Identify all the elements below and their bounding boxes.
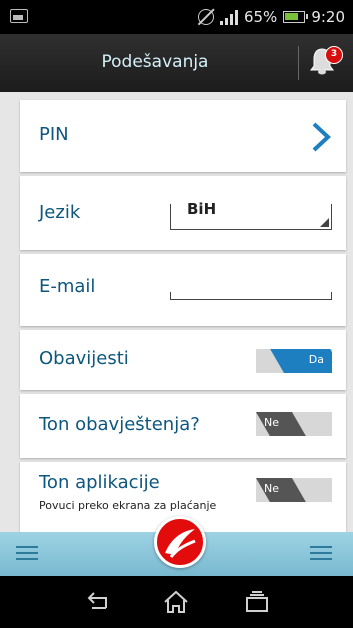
- setting-row-language: Jezik BiH: [20, 176, 346, 250]
- battery-percent: 65%: [243, 8, 278, 26]
- email-label: E-mail: [39, 276, 96, 297]
- language-label: Jezik: [39, 202, 81, 223]
- app-header: Podešavanja 3: [0, 34, 353, 92]
- app-tone-hint: Povuci preko ekrana za plaćanje: [39, 499, 217, 512]
- notification-badge: 3: [325, 46, 343, 64]
- recent-apps-icon[interactable]: [242, 590, 272, 614]
- header-divider: [298, 46, 299, 80]
- image-notification-icon: [10, 9, 28, 23]
- app-tone-label: Ton aplikacije: [39, 472, 160, 493]
- email-field[interactable]: [170, 292, 332, 300]
- home-icon[interactable]: [161, 590, 191, 614]
- chevron-right-icon: [312, 122, 331, 152]
- toggle-state-label: Ne: [264, 482, 279, 495]
- notifications-button[interactable]: 3: [308, 46, 343, 80]
- pin-label: PIN: [39, 124, 69, 145]
- bottom-toolbar: [0, 516, 353, 576]
- status-icons: 65% 9:20: [197, 8, 345, 26]
- notifications-toggle[interactable]: Da: [256, 349, 332, 373]
- status-bar: 65% 9:20: [0, 0, 353, 34]
- battery-icon: [283, 11, 309, 23]
- dropdown-arrow-icon: [320, 218, 329, 227]
- hamburger-icon[interactable]: [16, 546, 38, 562]
- language-dropdown[interactable]: BiH: [170, 200, 332, 230]
- signal-icon: [219, 9, 238, 25]
- notification-tone-toggle[interactable]: Ne: [256, 412, 332, 436]
- clock: 9:20: [311, 8, 345, 26]
- alarm-off-icon: [197, 9, 214, 25]
- system-nav-bar: [0, 576, 353, 628]
- toggle-state-label: Da: [308, 353, 324, 366]
- app-tone-toggle[interactable]: Ne: [256, 478, 332, 502]
- toggle-state-label: Ne: [264, 416, 279, 429]
- bank-logo-icon[interactable]: [154, 516, 206, 568]
- setting-row-notifications: Obavijesti Da: [20, 330, 346, 390]
- back-icon[interactable]: [82, 590, 112, 614]
- page-title: Podešavanja: [101, 52, 209, 72]
- notification-tone-label: Ton obavještenja?: [39, 414, 200, 435]
- setting-row-pin[interactable]: PIN: [20, 100, 346, 172]
- language-value: BiH: [187, 200, 217, 218]
- setting-row-email: E-mail: [20, 254, 346, 326]
- settings-list: PIN Jezik BiH E-mail Obavijesti Da Ton o…: [0, 92, 353, 532]
- hamburger-icon[interactable]: [310, 546, 332, 562]
- setting-row-notification-tone: Ton obavještenja? Ne: [20, 394, 346, 458]
- notifications-label: Obavijesti: [39, 348, 129, 369]
